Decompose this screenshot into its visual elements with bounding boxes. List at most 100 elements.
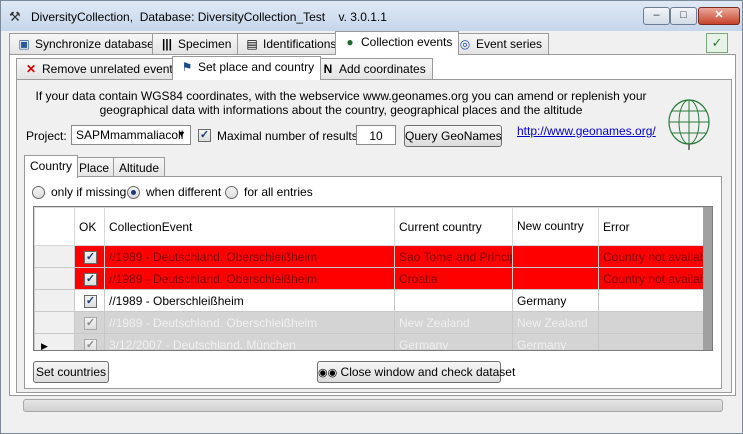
current-country-cell[interactable]: Germany — [394, 333, 513, 350]
close-and-check-button[interactable]: ◉◉ Close window and check dataset — [317, 361, 515, 383]
tab-label: Synchronize databases — [35, 37, 160, 51]
project-value: SAPMmammaliacoll — [76, 128, 184, 142]
radio-label: for all entries — [244, 185, 313, 199]
collection-event-cell[interactable]: //1989 - Deutschland. Oberschleißheim — [104, 245, 395, 268]
minimize-button[interactable]: – — [643, 7, 670, 25]
table-row[interactable]: ✓ //1989 - Oberschleißheim Germany — [34, 289, 705, 312]
window-title: DiversityCollection, Database: Diversity… — [31, 10, 387, 24]
barcode-icon: ||| — [161, 37, 173, 51]
new-country-cell[interactable]: New Zealand — [512, 311, 599, 334]
country-grid[interactable]: OK CollectionEvent Current country New c… — [33, 206, 713, 351]
current-country-cell[interactable] — [394, 289, 513, 312]
close-and-check-label: Close window and check dataset — [340, 365, 516, 379]
tab-event-series[interactable]: ◎ Event series — [450, 33, 550, 54]
tab-label: Set place and country — [198, 60, 315, 74]
tab-specimen[interactable]: ||| Specimen — [152, 33, 239, 54]
row-selector[interactable] — [34, 311, 75, 334]
current-row-arrow-icon: ▶ — [41, 340, 48, 351]
radio-label: when different — [146, 185, 222, 199]
grid-scrollbar[interactable] — [703, 207, 712, 350]
table-row[interactable]: ✓ //1989 - Deutschland. Oberschleißheim … — [34, 245, 705, 268]
error-cell[interactable] — [598, 311, 705, 334]
project-label: Project: — [26, 129, 67, 143]
geonames-link[interactable]: http://www.geonames.org/ — [517, 124, 656, 138]
tab-remove-unrelated-events[interactable]: ✕ Remove unrelated events — [16, 58, 186, 79]
ok-cell[interactable]: ✓ — [74, 245, 105, 268]
save-icon[interactable]: ✓ — [706, 33, 728, 53]
main-window: ⚒ DiversityCollection, Database: Diversi… — [0, 0, 743, 434]
table-row[interactable]: ✓ //1989 - Deutschland. Oberschleißheim … — [34, 267, 705, 290]
radio-for-all-entries[interactable] — [225, 186, 238, 199]
progress-bar — [23, 399, 723, 412]
maximize-button[interactable]: □ — [670, 7, 697, 25]
max-results-input[interactable]: 10 — [356, 125, 396, 145]
tab-synchronize-databases[interactable]: ▣ Synchronize databases — [9, 33, 167, 54]
sync-icon: ▣ — [18, 37, 30, 51]
collection-event-cell[interactable]: //1989 - Deutschland. Oberschleißheim — [104, 311, 395, 334]
column-header-new-country[interactable]: New country — [512, 207, 599, 246]
table-row[interactable]: ✓ //1989 - Deutschland. Oberschleißheim … — [34, 311, 705, 334]
collection-event-cell[interactable]: //1989 - Oberschleißheim — [104, 289, 395, 312]
row-selector[interactable]: ▶ — [34, 333, 75, 351]
ok-cell[interactable]: ✓ — [74, 289, 105, 312]
new-country-cell[interactable] — [512, 245, 599, 268]
tab-identifications[interactable]: ▤ Identifications — [237, 33, 344, 54]
ok-cell[interactable]: ✓ — [74, 333, 105, 350]
red-x-icon: ✕ — [25, 62, 37, 76]
tab-altitude[interactable]: Altitude — [113, 157, 166, 177]
current-country-cell[interactable]: Sao Tome and Principe — [394, 245, 513, 268]
max-results-checkbox[interactable]: ✓ — [198, 129, 211, 142]
document-icon: ▤ — [246, 37, 258, 51]
tab-collection-events[interactable]: ● Collection events — [335, 31, 460, 55]
tab-label: Add coordinates — [339, 62, 426, 76]
title-bar: ⚒ DiversityCollection, Database: Diversi… — [1, 1, 742, 31]
row-selector[interactable] — [34, 245, 75, 268]
chevron-down-icon: ▼ — [177, 129, 186, 139]
ok-checkbox[interactable]: ✓ — [84, 272, 97, 286]
row-selector[interactable] — [34, 267, 75, 290]
row-header-corner — [34, 207, 75, 246]
tab-place[interactable]: Place — [73, 157, 116, 177]
query-geonames-button[interactable]: Query GeoNames — [404, 125, 502, 147]
collection-event-cell[interactable]: 3/12/2007 - Deutschland. München — [104, 333, 395, 350]
tab-add-coordinates[interactable]: N Add coordinates — [313, 58, 433, 79]
ok-checkbox[interactable]: ✓ — [84, 250, 97, 264]
info-text: If your data contain WGS84 coordinates, … — [35, 89, 647, 117]
tab-set-place-and-country[interactable]: ⚑ Set place and country — [172, 56, 322, 80]
radio-only-if-missing[interactable] — [32, 186, 45, 199]
column-header-collection-event[interactable]: CollectionEvent — [104, 207, 395, 246]
column-header-ok[interactable]: OK — [74, 207, 105, 246]
set-countries-button[interactable]: Set countries — [33, 361, 109, 383]
error-cell[interactable] — [598, 289, 705, 312]
ok-cell[interactable]: ✓ — [74, 267, 105, 290]
tab-label: Identifications — [263, 37, 337, 51]
new-country-cell[interactable]: Germany — [512, 289, 599, 312]
tab-label: Specimen — [178, 37, 232, 51]
error-cell[interactable]: Country not available — [598, 267, 705, 290]
ok-cell[interactable]: ✓ — [74, 311, 105, 334]
grid-table: OK CollectionEvent Current country New c… — [34, 207, 705, 351]
table-row[interactable]: ▶ ✓ 3/12/2007 - Deutschland. München Ger… — [34, 333, 705, 351]
radio-label: only if missing — [51, 185, 127, 199]
collection-event-cell[interactable]: //1989 - Deutschland. Oberschleißheim — [104, 267, 395, 290]
radio-when-different[interactable] — [127, 186, 140, 199]
current-country-cell[interactable]: Croatia — [394, 267, 513, 290]
error-cell[interactable] — [598, 333, 705, 350]
column-header-current-country[interactable]: Current country — [394, 207, 513, 246]
ok-checkbox[interactable]: ✓ — [84, 338, 97, 350]
new-country-cell[interactable]: Germany — [512, 333, 599, 350]
north-arrow-icon: N — [323, 62, 333, 76]
ok-checkbox[interactable]: ✓ — [84, 316, 97, 330]
new-country-cell[interactable] — [512, 267, 599, 290]
binoculars-icon: ◉◉ — [318, 367, 338, 379]
project-select[interactable]: SAPMmammaliacoll ▼ — [71, 125, 191, 145]
row-selector[interactable] — [34, 289, 75, 312]
close-button[interactable]: ✕ — [698, 7, 740, 25]
tab-label: Remove unrelated events — [42, 62, 179, 76]
column-header-error[interactable]: Error — [598, 207, 705, 246]
ok-checkbox[interactable]: ✓ — [84, 294, 97, 308]
error-cell[interactable]: Country not available — [598, 245, 705, 268]
globe-icon — [668, 99, 710, 150]
tab-country[interactable]: Country — [24, 155, 79, 178]
current-country-cell[interactable]: New Zealand — [394, 311, 513, 334]
